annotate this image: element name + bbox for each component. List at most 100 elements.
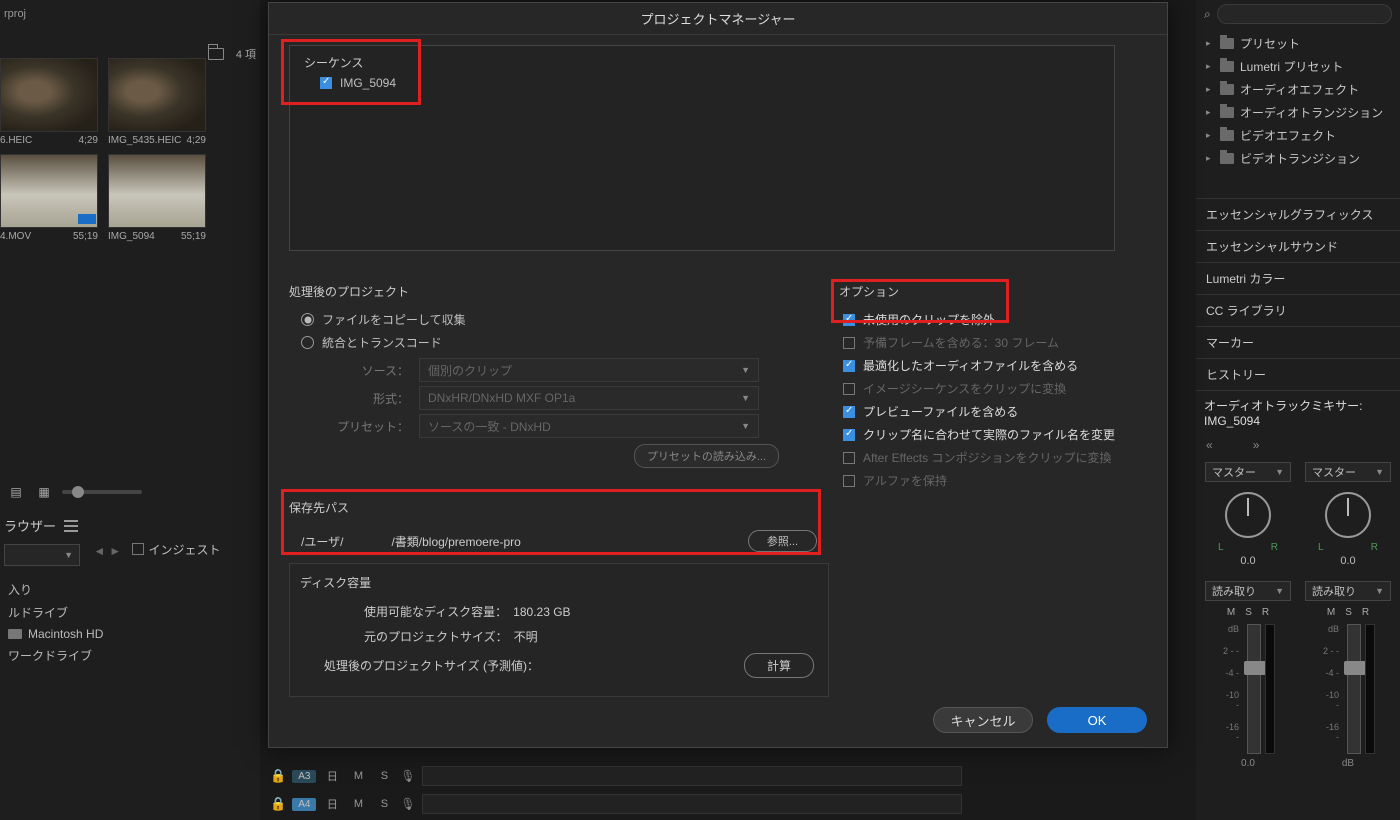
section-label: オプション (839, 283, 1149, 300)
panel-cc-libraries[interactable]: CC ライブラリ (1196, 294, 1400, 326)
source-label: ソース： (329, 362, 409, 379)
audio-mixer-title: オーディオトラックミキサー: IMG_5094 (1196, 390, 1400, 434)
cancel-button[interactable]: キャンセル (933, 707, 1033, 733)
effects-panel: ⌕ ▸プリセット ▸Lumetri プリセット ▸オーディオエフェクト ▸オーデ… (1196, 0, 1400, 820)
track-header-icon[interactable]: 日 (322, 796, 342, 812)
opt-audio-conform-label[interactable]: 最適化したオーディオファイルを含める (863, 357, 1078, 374)
browser-filter-dropdown[interactable]: ▼ (4, 544, 80, 566)
sequence-name[interactable]: IMG_5094 (340, 76, 396, 90)
options-section: オプション 未使用のクリップを除外 予備フレームを含める：30 フレーム 最適化… (839, 283, 1149, 492)
solo-button[interactable]: S (1245, 607, 1252, 618)
voiceover-icon[interactable]: 🎙 (400, 797, 415, 811)
opt-handles-checkbox (843, 337, 855, 349)
pan-knob[interactable] (1225, 492, 1271, 538)
effects-search-input[interactable] (1217, 4, 1392, 24)
opt-audio-conform-checkbox[interactable] (843, 360, 855, 372)
ok-button[interactable]: OK (1047, 707, 1147, 733)
lock-icon[interactable]: 🔒 (270, 796, 286, 812)
mixer-tab-next[interactable]: » (1253, 438, 1260, 452)
panel-essential-sound[interactable]: エッセンシャルサウンド (1196, 230, 1400, 262)
output-dropdown[interactable]: マスター▼ (1305, 462, 1391, 482)
output-dropdown[interactable]: マスター▼ (1205, 462, 1291, 482)
path-segment: /書類/blog/premoere-pro (391, 533, 520, 550)
tree-network-drives[interactable]: ワークドライブ (0, 644, 260, 667)
panel-history[interactable]: ヒストリー (1196, 358, 1400, 390)
lock-icon[interactable]: 🔒 (270, 768, 286, 784)
nav-fwd-icon[interactable]: ► (109, 544, 121, 558)
automation-dropdown[interactable]: 読み取り▼ (1205, 581, 1291, 601)
mute-button[interactable]: M (1227, 607, 1235, 618)
volume-fader[interactable] (1347, 624, 1361, 754)
opt-rename-media-checkbox[interactable] (843, 429, 855, 441)
fx-audio-transitions[interactable]: ▸オーディオトランジション (1196, 101, 1400, 124)
mute-toggle[interactable]: M (348, 798, 368, 810)
opt-exclude-unused-checkbox[interactable] (843, 314, 855, 326)
radio-transcode-label[interactable]: 統合とトランスコード (322, 334, 442, 351)
track-header-icon[interactable]: 日 (322, 768, 342, 784)
pan-value: 0.0 (1340, 555, 1355, 567)
list-view-icon[interactable]: ▤ (6, 483, 26, 501)
record-button[interactable]: R (1362, 607, 1369, 618)
media-thumb[interactable]: 6.HEIC4;29 (0, 58, 98, 146)
solo-toggle[interactable]: S (374, 770, 394, 782)
radio-copy-label[interactable]: ファイルをコピーして収集 (322, 311, 466, 328)
audio-track[interactable] (422, 794, 962, 814)
radio-transcode[interactable] (301, 336, 314, 349)
pan-knob[interactable] (1325, 492, 1371, 538)
fx-audio-effects[interactable]: ▸オーディオエフェクト (1196, 78, 1400, 101)
disk-available-value: 180.23 GB (513, 605, 570, 619)
tree-favorites[interactable]: 入り (0, 578, 260, 601)
pan-right-label: R (1271, 542, 1278, 553)
clip-name: 6.HEIC (0, 135, 32, 146)
track-a3[interactable]: A3 (292, 770, 316, 783)
browse-button[interactable]: 参照... (748, 530, 817, 552)
pan-value: 0.0 (1240, 555, 1255, 567)
mixer-tab-prev[interactable]: « (1206, 438, 1213, 452)
bin-icon (1220, 153, 1234, 164)
solo-button[interactable]: S (1345, 607, 1352, 618)
opt-rename-media-label[interactable]: クリップ名に合わせて実際のファイル名を変更 (863, 426, 1115, 443)
zoom-slider[interactable] (62, 490, 142, 494)
media-thumb[interactable]: IMG_5435.HEIC4;29 (108, 58, 206, 146)
folder-icon[interactable] (208, 48, 224, 60)
nav-back-icon[interactable]: ◄ (93, 544, 105, 558)
audio-track[interactable] (422, 766, 962, 786)
mute-button[interactable]: M (1327, 607, 1335, 618)
panel-lumetri-color[interactable]: Lumetri カラー (1196, 262, 1400, 294)
fx-video-effects[interactable]: ▸ビデオエフェクト (1196, 124, 1400, 147)
fx-presets[interactable]: ▸プリセット (1196, 32, 1400, 55)
volume-fader[interactable] (1247, 624, 1261, 754)
record-button[interactable]: R (1262, 607, 1269, 618)
panel-menu-icon[interactable] (64, 520, 78, 532)
tree-local-drives[interactable]: ルドライブ (0, 601, 260, 624)
project-filename: rproj (0, 0, 260, 28)
icon-view-icon[interactable]: ▦ (34, 483, 54, 501)
opt-alpha-checkbox (843, 475, 855, 487)
ingest-checkbox[interactable] (132, 543, 144, 555)
media-thumb[interactable]: 4.MOV55;19 (0, 154, 98, 242)
clip-name: IMG_5435.HEIC (108, 135, 181, 146)
media-thumb[interactable]: IMG_509455;19 (108, 154, 206, 242)
disk-estimated-label: 処理後のプロジェクトサイズ (予測値)： (324, 657, 539, 674)
radio-copy[interactable] (301, 313, 314, 326)
panel-essential-graphics[interactable]: エッセンシャルグラフィックス (1196, 198, 1400, 230)
opt-preview-files-checkbox[interactable] (843, 406, 855, 418)
voiceover-icon[interactable]: 🎙 (400, 769, 415, 783)
tree-macintosh-hd[interactable]: Macintosh HD (0, 624, 260, 644)
fx-lumetri-presets[interactable]: ▸Lumetri プリセット (1196, 55, 1400, 78)
fx-video-transitions[interactable]: ▸ビデオトランジション (1196, 147, 1400, 170)
ingest-label: インジェスト (148, 541, 220, 558)
opt-preview-files-label[interactable]: プレビューファイルを含める (863, 403, 1018, 420)
level-meter (1265, 624, 1275, 754)
search-icon[interactable]: ⌕ (1204, 7, 1211, 22)
automation-dropdown[interactable]: 読み取り▼ (1305, 581, 1391, 601)
mute-toggle[interactable]: M (348, 770, 368, 782)
opt-exclude-unused-label[interactable]: 未使用のクリップを除外 (863, 311, 995, 328)
panel-markers[interactable]: マーカー (1196, 326, 1400, 358)
sequence-checkbox[interactable] (320, 77, 332, 89)
track-a4[interactable]: A4 (292, 798, 316, 811)
media-browser-header: ラウザー (4, 516, 78, 535)
solo-toggle[interactable]: S (374, 798, 394, 810)
calculate-button[interactable]: 計算 (744, 653, 814, 678)
opt-image-seq-checkbox (843, 383, 855, 395)
